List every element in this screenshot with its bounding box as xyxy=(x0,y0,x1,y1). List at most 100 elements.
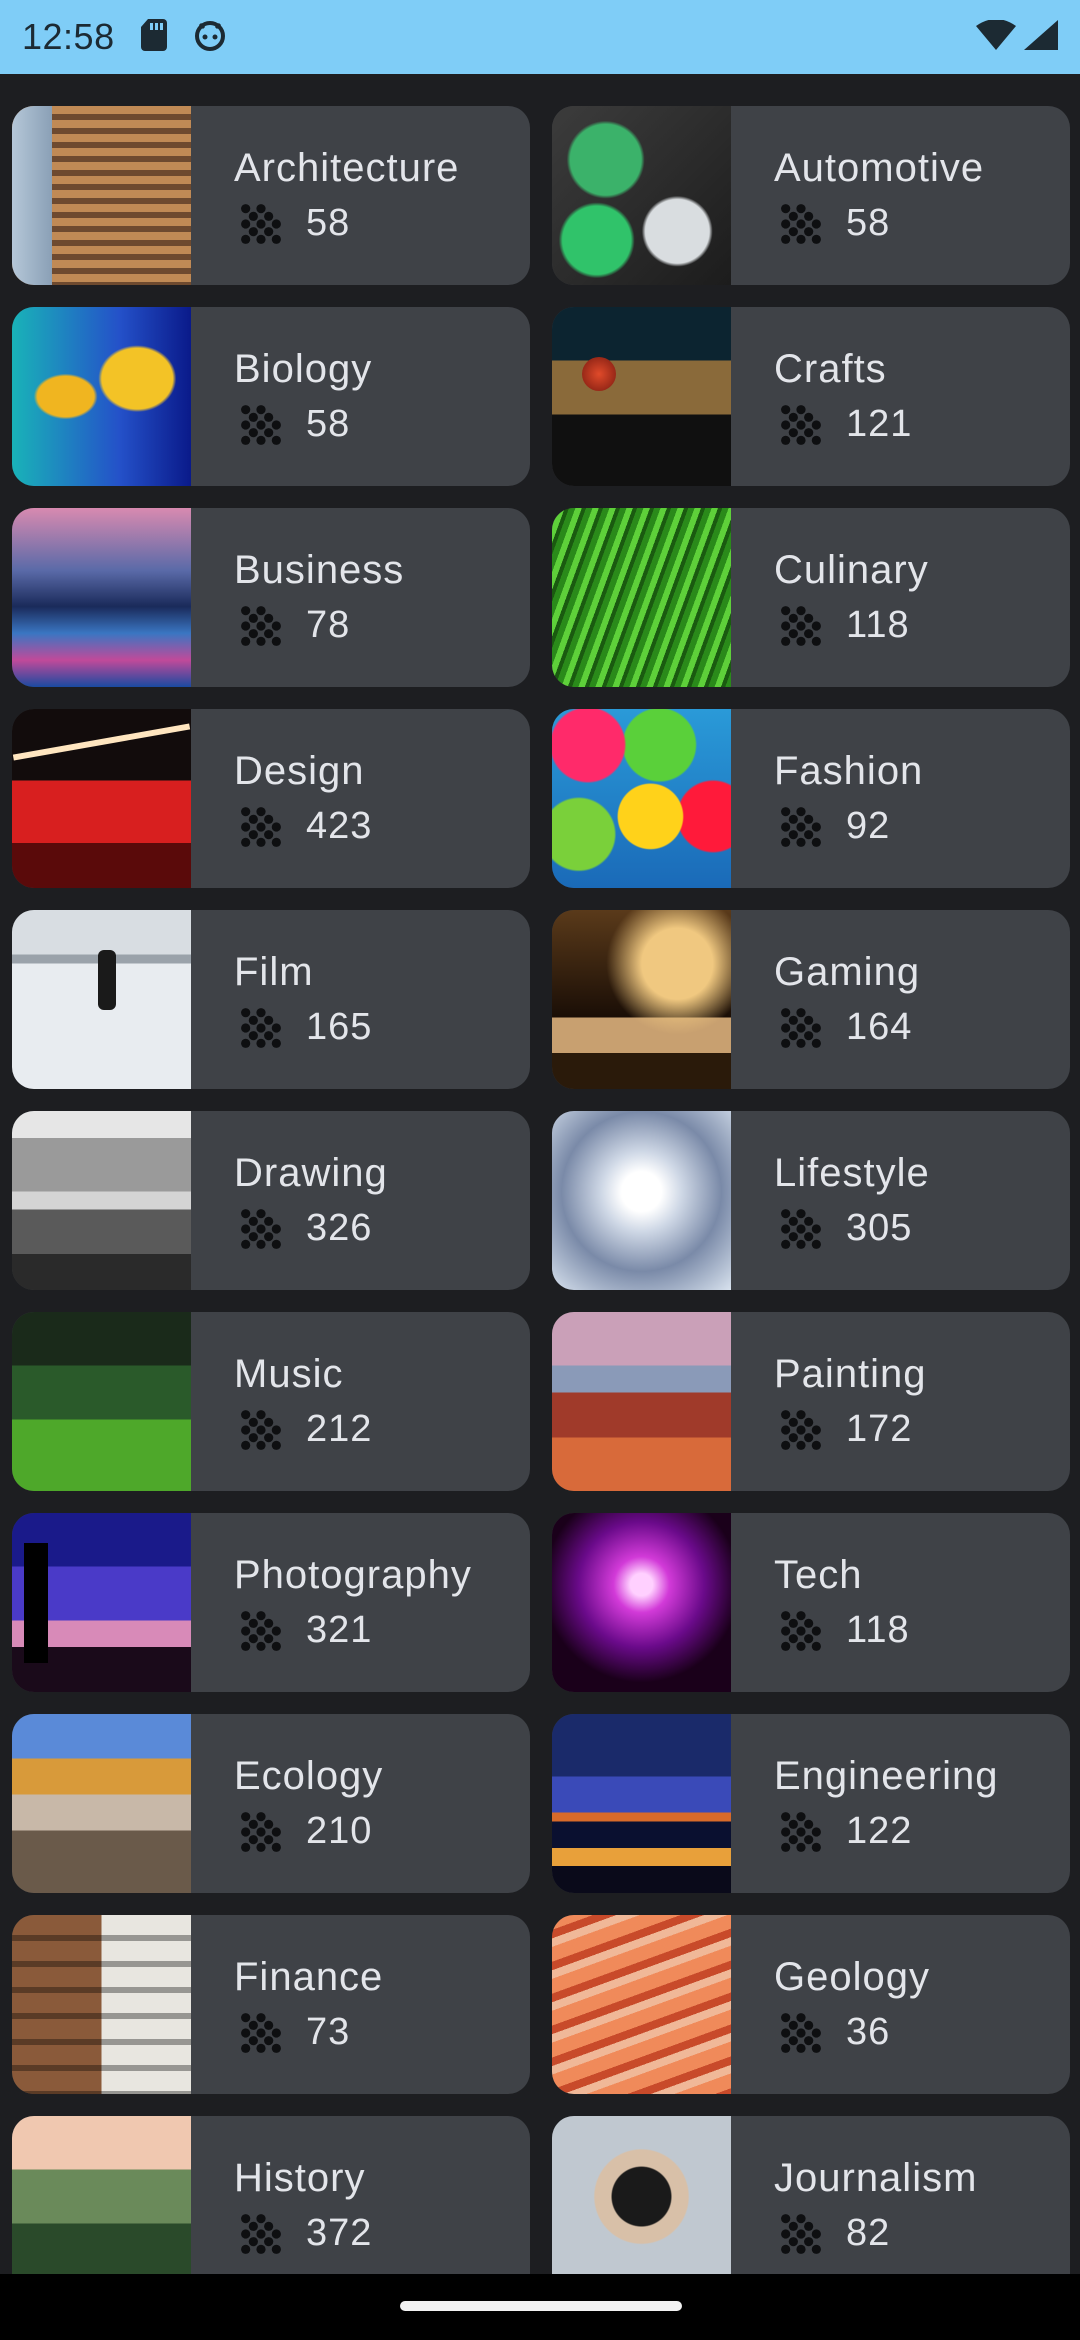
grain-dots-icon xyxy=(781,2012,821,2053)
category-title: Geology xyxy=(774,1954,930,1999)
tech-thumbnail xyxy=(552,1513,731,1692)
biology-thumbnail xyxy=(12,307,191,486)
category-title: Painting xyxy=(774,1351,927,1396)
architecture-thumbnail xyxy=(12,106,191,285)
grain-dots-icon xyxy=(241,1610,281,1651)
grain-dots-icon xyxy=(781,1409,821,1450)
category-card-culinary[interactable]: Culinary 118 xyxy=(552,508,1070,687)
category-card-fashion[interactable]: Fashion 92 xyxy=(552,709,1070,888)
category-title: Design xyxy=(234,748,365,793)
status-time: 12:58 xyxy=(22,16,115,57)
painting-thumbnail xyxy=(552,1312,731,1491)
category-card-gaming[interactable]: Gaming 164 xyxy=(552,910,1070,1089)
category-count: 164 xyxy=(846,1006,913,1048)
grain-dots-icon xyxy=(241,2012,281,2053)
category-title: Journalism xyxy=(774,2155,978,2200)
category-title: Culinary xyxy=(774,547,929,592)
film-thumbnail xyxy=(12,910,191,1089)
category-card-drawing[interactable]: Drawing 326 xyxy=(12,1111,530,1290)
grain-dots-icon xyxy=(241,605,281,646)
sd-card-icon xyxy=(140,18,167,56)
category-title: Architecture xyxy=(234,145,460,190)
grain-dots-icon xyxy=(241,806,281,847)
category-card-photography[interactable]: Photography 321 xyxy=(12,1513,530,1692)
category-card-film[interactable]: Film 165 xyxy=(12,910,530,1089)
grain-dots-icon xyxy=(241,203,281,244)
cellular-signal-icon xyxy=(1024,19,1058,55)
category-card-finance[interactable]: Finance 73 xyxy=(12,1915,530,2094)
grain-dots-icon xyxy=(781,2213,821,2254)
category-count: 172 xyxy=(846,1408,913,1450)
category-count: 73 xyxy=(306,2011,351,2053)
business-thumbnail xyxy=(12,508,191,687)
category-title: Tech xyxy=(774,1552,863,1597)
category-card-crafts[interactable]: Crafts 121 xyxy=(552,307,1070,486)
category-count: 121 xyxy=(846,403,913,445)
category-count: 210 xyxy=(306,1810,373,1852)
category-card-journalism[interactable]: Journalism 82 xyxy=(552,2116,1070,2274)
status-bar: 12:58 xyxy=(0,0,1080,74)
grain-dots-icon xyxy=(781,1811,821,1852)
category-card-automotive[interactable]: Automotive 58 xyxy=(552,106,1070,285)
category-count: 122 xyxy=(846,1810,913,1852)
grain-dots-icon xyxy=(241,2213,281,2254)
category-title: Photography xyxy=(234,1552,472,1597)
category-count: 92 xyxy=(846,805,891,847)
category-count: 78 xyxy=(306,604,351,646)
ecology-thumbnail xyxy=(12,1714,191,1893)
category-card-design[interactable]: Design 423 xyxy=(12,709,530,888)
grain-dots-icon xyxy=(781,1007,821,1048)
category-card-business[interactable]: Business 78 xyxy=(12,508,530,687)
grain-dots-icon xyxy=(241,1007,281,1048)
automotive-thumbnail xyxy=(552,106,731,285)
category-count: 423 xyxy=(306,805,373,847)
category-count: 305 xyxy=(846,1207,913,1249)
category-title: Drawing xyxy=(234,1150,388,1195)
category-title: Music xyxy=(234,1351,344,1396)
design-thumbnail xyxy=(12,709,191,888)
grain-dots-icon xyxy=(781,605,821,646)
category-grid[interactable]: Architecture 58 Automotive 58 Biology 58… xyxy=(0,74,1080,2274)
category-card-ecology[interactable]: Ecology 210 xyxy=(12,1714,530,1893)
photography-thumbnail xyxy=(12,1513,191,1692)
lifestyle-thumbnail xyxy=(552,1111,731,1290)
grain-dots-icon xyxy=(241,1409,281,1450)
category-card-painting[interactable]: Painting 172 xyxy=(552,1312,1070,1491)
grain-dots-icon xyxy=(781,404,821,445)
category-count: 36 xyxy=(846,2011,891,2053)
category-count: 58 xyxy=(306,202,351,244)
category-count: 165 xyxy=(306,1006,373,1048)
category-count: 372 xyxy=(306,2212,373,2254)
drawing-thumbnail xyxy=(12,1111,191,1290)
journalism-thumbnail xyxy=(552,2116,731,2274)
category-title: Crafts xyxy=(774,346,887,391)
category-card-music[interactable]: Music 212 xyxy=(12,1312,530,1491)
history-thumbnail xyxy=(12,2116,191,2274)
category-card-engineering[interactable]: Engineering 122 xyxy=(552,1714,1070,1893)
category-count: 326 xyxy=(306,1207,373,1249)
home-handle[interactable] xyxy=(400,2301,682,2311)
grain-dots-icon xyxy=(241,1811,281,1852)
category-title: Biology xyxy=(234,346,373,391)
android-debug-icon xyxy=(193,18,227,57)
grain-dots-icon xyxy=(781,806,821,847)
category-title: Business xyxy=(234,547,405,592)
category-card-history[interactable]: History 372 xyxy=(12,2116,530,2274)
category-title: Film xyxy=(234,949,314,994)
category-count: 58 xyxy=(846,202,891,244)
category-count: 321 xyxy=(306,1609,373,1651)
finance-thumbnail xyxy=(12,1915,191,2094)
category-card-biology[interactable]: Biology 58 xyxy=(12,307,530,486)
grain-dots-icon xyxy=(781,1610,821,1651)
category-card-tech[interactable]: Tech 118 xyxy=(552,1513,1070,1692)
category-card-architecture[interactable]: Architecture 58 xyxy=(12,106,530,285)
grain-dots-icon xyxy=(781,1208,821,1249)
grain-dots-icon xyxy=(781,203,821,244)
gesture-nav-bar xyxy=(0,2274,1080,2340)
category-card-geology[interactable]: Geology 36 xyxy=(552,1915,1070,2094)
gaming-thumbnail xyxy=(552,910,731,1089)
category-title: Gaming xyxy=(774,949,921,994)
category-card-lifestyle[interactable]: Lifestyle 305 xyxy=(552,1111,1070,1290)
grain-dots-icon xyxy=(241,404,281,445)
culinary-thumbnail xyxy=(552,508,731,687)
